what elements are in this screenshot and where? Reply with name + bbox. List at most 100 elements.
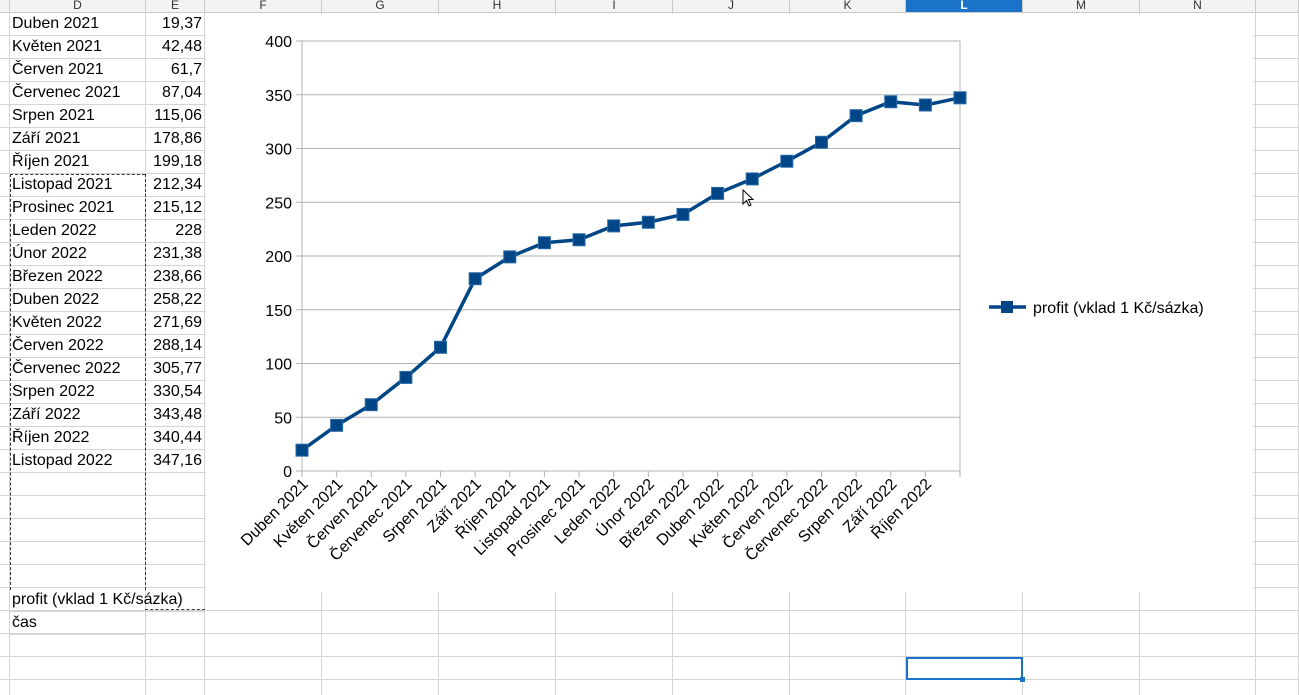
value-cell[interactable]: 271,69 [146,312,205,335]
x-title-cell[interactable]: čas [10,612,146,635]
column-header-i[interactable]: I [556,0,673,13]
grid-row-line [0,656,1299,657]
value-cell[interactable]: 42,48 [146,36,205,59]
series-name-cell[interactable]: profit (vklad 1 Kč/sázka) [10,589,183,612]
column-header-j[interactable]: J [673,0,790,13]
row-label-cell[interactable]: Červen 2021 [10,59,146,82]
y-tick-label: 400 [265,34,292,51]
row-label-cell[interactable]: Srpen 2022 [10,381,146,404]
y-tick-label: 250 [265,195,292,212]
column-header[interactable] [1256,0,1299,13]
row-label-cell[interactable]: Září 2022 [10,404,146,427]
row-label-cell[interactable]: Květen 2021 [10,36,146,59]
value-cell[interactable]: 288,14 [146,335,205,358]
line-chart[interactable]: 0 50 100 150 200 250 300 350 400 Duben 2021 Květen… [206,14,1253,592]
column-header-l[interactable]: L [906,0,1023,13]
row-label-cell[interactable]: Červen 2022 [10,335,146,358]
selected-cell-cursor[interactable] [906,657,1023,680]
row-label-cell[interactable]: Říjen 2021 [10,151,146,174]
data-point-marker [780,154,794,168]
grid-row-line [0,679,1299,680]
fill-handle[interactable] [1020,677,1025,682]
copy-marquee-top [10,174,145,175]
chart-canvas: 050100150200250300350400Duben 2021Květen… [238,34,1204,565]
y-tick-label: 100 [265,357,292,374]
y-tick-label: 50 [274,410,292,427]
value-cell[interactable]: 87,04 [146,82,205,105]
copy-marquee-left [10,174,11,590]
value-cell[interactable]: 258,22 [146,289,205,312]
grid-row-line [0,633,1299,634]
mouse-pointer-icon [742,189,755,207]
copy-marquee-right [145,174,146,590]
column-header-h[interactable]: H [439,0,556,13]
data-point-marker [468,272,482,286]
data-point-marker [607,219,621,233]
row-label-cell[interactable]: Prosinec 2021 [10,197,146,220]
data-point-marker [849,109,863,123]
data-point-marker [295,443,309,457]
row-label-cell[interactable]: Květen 2022 [10,312,146,335]
value-cell[interactable]: 343,48 [146,404,205,427]
value-cell[interactable]: 199,18 [146,151,205,174]
value-cell[interactable]: 215,12 [146,197,205,220]
row-label-cell[interactable]: Červenec 2021 [10,82,146,105]
y-tick-label: 200 [265,249,292,266]
column-header[interactable] [0,0,10,13]
y-tick-label: 350 [265,88,292,105]
row-label-cell[interactable]: Duben 2021 [10,13,146,36]
column-header-n[interactable]: N [1140,0,1256,13]
row-label-cell[interactable]: Leden 2022 [10,220,146,243]
row-label-cell[interactable]: Červenec 2022 [10,358,146,381]
y-tick-label: 0 [283,464,292,481]
data-point-marker [537,236,551,250]
row-label-cell[interactable]: Duben 2022 [10,289,146,312]
grid-column-line [1255,13,1256,695]
data-point-marker [364,398,378,412]
row-label-cell[interactable]: Únor 2022 [10,243,146,266]
value-cell[interactable]: 212,34 [146,174,205,197]
row-label-cell[interactable]: Říjen 2022 [10,427,146,450]
value-cell[interactable]: 115,06 [146,105,205,128]
column-header-g[interactable]: G [322,0,439,13]
y-tick-label: 300 [265,142,292,159]
data-point-marker [330,418,344,432]
data-point-marker [676,207,690,221]
legend-label: profit (vklad 1 Kč/sázka) [1033,300,1204,317]
y-tick-label: 150 [265,303,292,320]
column-header-f[interactable]: F [205,0,322,13]
value-cell[interactable]: 305,77 [146,358,205,381]
data-point-marker [814,135,828,149]
data-point-marker [884,95,898,109]
column-header-k[interactable]: K [790,0,906,13]
value-cell[interactable]: 61,7 [146,59,205,82]
value-cell[interactable]: 19,37 [146,13,205,36]
row-label-cell[interactable]: Listopad 2022 [10,450,146,473]
data-point-marker [745,172,759,186]
value-cell[interactable]: 231,38 [146,243,205,266]
row-label-cell[interactable]: Srpen 2021 [10,105,146,128]
value-cell[interactable]: 238,66 [146,266,205,289]
copy-marquee-bottom [145,609,205,610]
column-header-m[interactable]: M [1023,0,1140,13]
data-point-marker [711,186,725,200]
value-cell[interactable]: 347,16 [146,450,205,473]
data-point-marker [572,233,586,247]
data-point-marker [641,215,655,229]
spreadsheet-sheet[interactable]: DEFGHIJKLMN Duben 2021 19,37 Květen 2021 42… [0,0,1299,695]
data-point-marker [918,98,932,112]
value-cell[interactable]: 178,86 [146,128,205,151]
row-label-cell[interactable]: Březen 2022 [10,266,146,289]
data-point-marker [503,250,517,264]
legend-marker [1001,301,1013,313]
value-cell[interactable]: 228 [146,220,205,243]
data-point-marker [434,340,448,354]
row-label-cell[interactable]: Září 2021 [10,128,146,151]
series-line [300,96,961,452]
column-header-e[interactable]: E [146,0,205,13]
data-point-marker [953,91,967,105]
value-cell[interactable]: 330,54 [146,381,205,404]
column-header-d[interactable]: D [10,0,146,13]
value-cell[interactable]: 340,44 [146,427,205,450]
row-label-cell[interactable]: Listopad 2021 [10,174,146,197]
